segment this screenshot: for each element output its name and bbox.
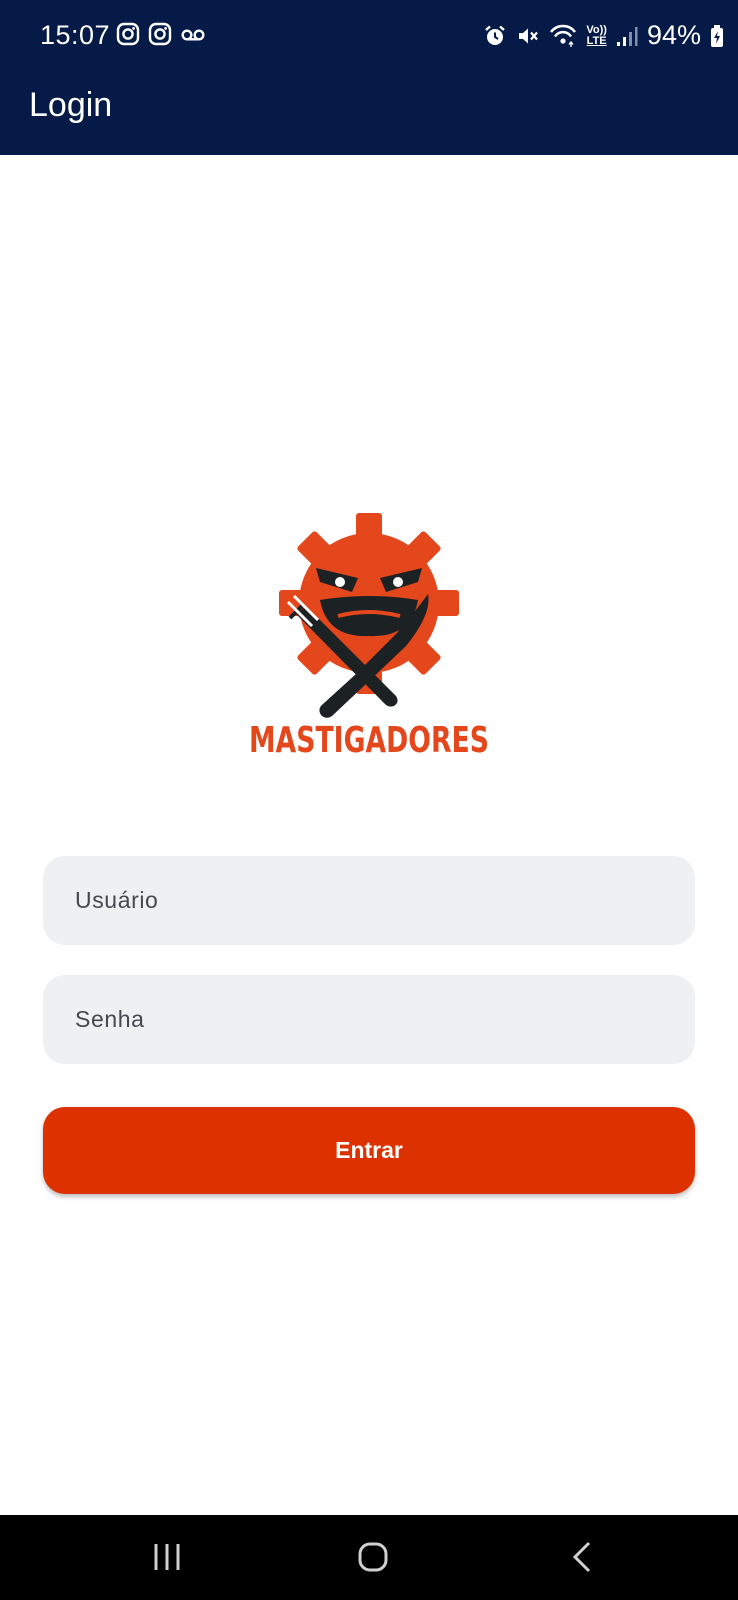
- battery-icon: [711, 24, 723, 47]
- mastigadores-logo: MASTIGADORES: [246, 510, 492, 761]
- username-field[interactable]: [43, 856, 695, 945]
- volte-icon: Vo)) LTE: [586, 23, 607, 47]
- recent-apps-icon[interactable]: [151, 1541, 183, 1573]
- app-bar: Login: [0, 72, 738, 155]
- password-field[interactable]: [43, 975, 695, 1064]
- system-icons: Vo)) LTE 94%: [483, 20, 724, 51]
- logo-wordmark: MASTIGADORES: [249, 720, 489, 760]
- status-bar: 15:07 Vo)) LTE 94%: [0, 0, 738, 72]
- lte-label: LTE: [586, 34, 607, 47]
- voicemail-icon: [181, 29, 205, 41]
- wifi-icon: [550, 24, 577, 47]
- home-icon[interactable]: [357, 1541, 389, 1573]
- instagram-icon: [116, 22, 140, 46]
- instagram-icon: [148, 22, 172, 46]
- alarm-icon: [485, 25, 506, 45]
- page-title: Login: [29, 86, 113, 124]
- notification-icons: [116, 22, 206, 46]
- login-button[interactable]: Entrar: [43, 1107, 695, 1194]
- battery-percent: 94%: [646, 20, 701, 50]
- status-time: 15:07: [40, 20, 111, 50]
- signal-icon: [616, 26, 638, 46]
- navigation-bar: [0, 1515, 738, 1600]
- password-input[interactable]: [73, 1005, 695, 1034]
- mute-icon: [519, 28, 539, 43]
- logo-graphic: MASTIGADORES: [249, 513, 489, 761]
- back-icon[interactable]: [567, 1541, 599, 1573]
- volte-label: Vo)): [586, 23, 607, 36]
- username-input[interactable]: [73, 886, 695, 915]
